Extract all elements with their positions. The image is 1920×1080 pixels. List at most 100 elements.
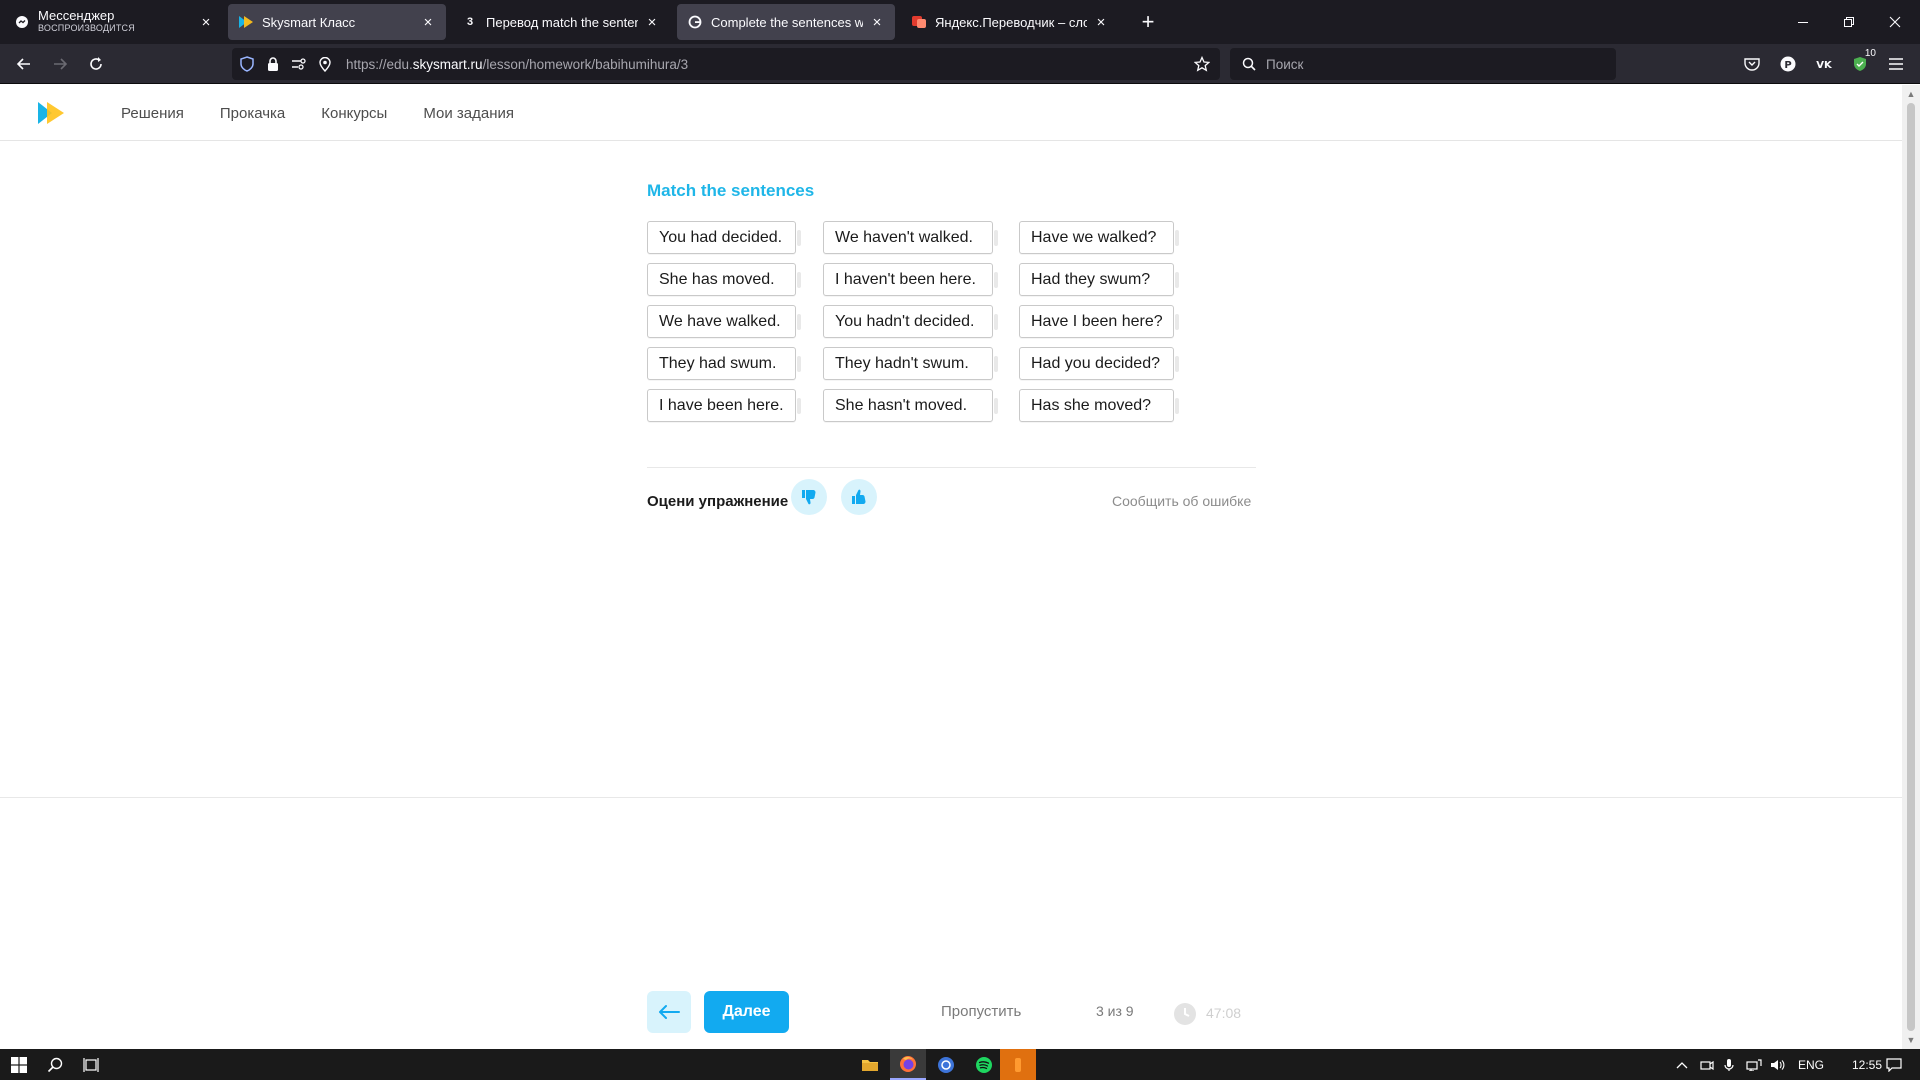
drag-handle[interactable] <box>994 230 998 246</box>
clock[interactable]: 12:55 <box>1852 1049 1882 1080</box>
drag-handle[interactable] <box>994 398 998 414</box>
hamburger-menu-icon[interactable] <box>1884 52 1908 76</box>
sentence-card[interactable]: Have we walked? <box>1019 221 1179 254</box>
back-arrow-icon[interactable] <box>10 50 38 78</box>
drag-handle[interactable] <box>797 230 801 246</box>
google-icon <box>687 14 703 30</box>
sentence-card[interactable]: You had decided. <box>647 221 801 254</box>
drag-handle[interactable] <box>797 272 801 288</box>
adblock-shield-icon[interactable]: 10 <box>1848 48 1878 76</box>
close-window-icon[interactable] <box>1872 0 1918 44</box>
sentence-column-affirmative: You had decided. She has moved. We have … <box>647 221 801 431</box>
tab-subtitle: ВОСПРОИЗВОДИТСЯ <box>38 23 135 33</box>
permissions-icon[interactable] <box>288 48 310 80</box>
scroll-down-icon[interactable]: ▼ <box>1902 1031 1920 1049</box>
sentence-card[interactable]: I haven't been here. <box>823 263 998 296</box>
sentence-card[interactable]: I have been here. <box>647 389 801 422</box>
notifications-icon[interactable] <box>1886 1049 1902 1080</box>
drag-handle[interactable] <box>1175 398 1179 414</box>
network-icon[interactable] <box>1746 1049 1762 1080</box>
skysmart-icon <box>238 14 254 30</box>
reload-icon[interactable] <box>82 50 110 78</box>
vk-icon[interactable]: VK <box>1812 52 1836 76</box>
drag-handle[interactable] <box>797 314 801 330</box>
language-indicator[interactable]: ENG <box>1798 1049 1824 1080</box>
thumbs-up-icon[interactable] <box>841 479 877 515</box>
close-tab-icon[interactable]: × <box>198 14 214 31</box>
restore-icon[interactable] <box>1826 0 1872 44</box>
sentence-card[interactable]: Had they swum? <box>1019 263 1179 296</box>
minimize-icon[interactable] <box>1780 0 1826 44</box>
sentence-card[interactable]: You hadn't decided. <box>823 305 998 338</box>
drag-handle[interactable] <box>1175 356 1179 372</box>
tab-messenger[interactable]: Мессенджер ВОСПРОИЗВОДИТСЯ × <box>4 4 224 40</box>
sentence-card[interactable]: She hasn't moved. <box>823 389 998 422</box>
p-extension-icon[interactable]: P <box>1776 52 1800 76</box>
forward-arrow-icon[interactable] <box>46 50 74 78</box>
search-bar[interactable]: Поиск <box>1230 48 1616 80</box>
nav-item-my-tasks[interactable]: Мои задания <box>423 105 514 122</box>
bookmark-star-icon[interactable] <box>1192 54 1212 74</box>
drag-handle[interactable] <box>1175 272 1179 288</box>
next-button[interactable]: Далее <box>704 991 789 1033</box>
close-tab-icon[interactable]: × <box>869 14 885 31</box>
drag-handle[interactable] <box>1175 230 1179 246</box>
lock-icon[interactable] <box>262 48 284 80</box>
address-bar[interactable]: https://edu.skysmart.ru/lesson/homework/… <box>232 48 1220 80</box>
scrollbar-thumb[interactable] <box>1907 103 1915 1031</box>
url-host: skysmart.ru <box>412 56 483 72</box>
skip-button[interactable]: Пропустить <box>941 1003 1021 1020</box>
url-text[interactable]: https://edu.skysmart.ru/lesson/homework/… <box>346 57 688 72</box>
scroll-up-icon[interactable]: ▲ <box>1902 85 1920 103</box>
drag-handle[interactable] <box>994 272 998 288</box>
sentence-card[interactable]: Have I been here? <box>1019 305 1179 338</box>
search-icon[interactable] <box>40 1049 70 1080</box>
tab-title: Яндекс.Переводчик – словарь <box>935 14 1087 30</box>
tab-skysmart[interactable]: Skysmart Класс × <box>228 4 446 40</box>
meet-now-icon[interactable] <box>1700 1049 1714 1080</box>
drag-handle[interactable] <box>994 356 998 372</box>
thumbs-down-icon[interactable] <box>791 479 827 515</box>
previous-button[interactable] <box>647 991 691 1033</box>
tab-translate[interactable]: 3 Перевод match the sentences × <box>452 4 670 40</box>
tab-yandex-translate[interactable]: Яндекс.Переводчик – словарь × <box>901 4 1119 40</box>
file-explorer-icon[interactable] <box>852 1049 888 1080</box>
microphone-icon[interactable] <box>1724 1049 1734 1080</box>
report-error-link[interactable]: Сообщить об ошибке <box>1112 493 1251 509</box>
nav-item-solutions[interactable]: Решения <box>121 105 184 122</box>
spotify-icon[interactable] <box>966 1049 1002 1080</box>
close-tab-icon[interactable]: × <box>420 14 436 31</box>
shield-icon[interactable] <box>236 48 258 80</box>
close-tab-icon[interactable]: × <box>644 14 660 31</box>
task-view-icon[interactable] <box>76 1049 106 1080</box>
tray-chevron-icon[interactable] <box>1676 1049 1688 1080</box>
drag-handle[interactable] <box>797 356 801 372</box>
messenger-icon <box>14 14 30 30</box>
skysmart-logo[interactable] <box>36 100 66 126</box>
browser-app-icon[interactable] <box>928 1049 964 1080</box>
sentence-card[interactable]: We haven't walked. <box>823 221 998 254</box>
sentence-card[interactable]: They hadn't swum. <box>823 347 998 380</box>
pocket-icon[interactable] <box>1740 52 1764 76</box>
sentence-card[interactable]: She has moved. <box>647 263 801 296</box>
windows-start-icon[interactable] <box>4 1049 34 1080</box>
sentence-card[interactable]: Has she moved? <box>1019 389 1179 422</box>
drag-handle[interactable] <box>1175 314 1179 330</box>
nav-item-contests[interactable]: Конкурсы <box>321 105 387 122</box>
app-orange-icon[interactable] <box>1000 1049 1036 1080</box>
firefox-icon[interactable] <box>890 1049 926 1080</box>
close-tab-icon[interactable]: × <box>1093 14 1109 31</box>
sentence-text: We haven't walked. <box>835 228 973 246</box>
sentence-card[interactable]: We have walked. <box>647 305 801 338</box>
windows-taskbar: ENG 12:55 <box>0 1049 1920 1080</box>
sentence-card[interactable]: Had you decided? <box>1019 347 1179 380</box>
drag-handle[interactable] <box>797 398 801 414</box>
tab-complete-sentences[interactable]: Complete the sentences with t × <box>677 4 895 40</box>
page-scrollbar[interactable]: ▲ ▼ <box>1902 85 1920 1049</box>
volume-icon[interactable] <box>1770 1049 1786 1080</box>
sentence-card[interactable]: They had swum. <box>647 347 801 380</box>
location-icon[interactable] <box>314 48 336 80</box>
new-tab-button[interactable]: + <box>1134 8 1162 36</box>
drag-handle[interactable] <box>994 314 998 330</box>
nav-item-practice[interactable]: Прокачка <box>220 105 285 122</box>
